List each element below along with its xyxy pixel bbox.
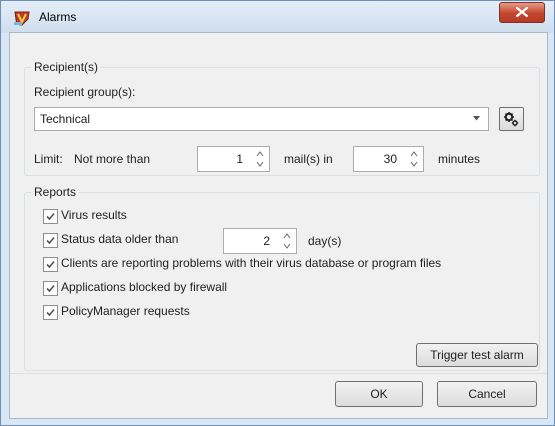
dialog-footer: OK Cancel — [10, 374, 547, 418]
chevron-down-icon — [473, 116, 480, 121]
ok-button[interactable]: OK — [335, 381, 423, 407]
minutes-label: minutes — [438, 152, 481, 166]
checkbox-box[interactable] — [43, 305, 58, 320]
title-bar[interactable]: Alarms — [1, 1, 554, 33]
days-value: 2 — [263, 234, 270, 248]
check-icon — [46, 308, 55, 317]
checkbox-box[interactable] — [43, 257, 58, 272]
gears-icon — [504, 112, 519, 127]
alarms-dialog-window: Alarms Recipient(s) Recipient group(s): … — [0, 0, 555, 426]
policymanager-requests-label: PolicyManager requests — [61, 304, 190, 318]
not-more-than-label: Not more than — [74, 152, 151, 166]
cancel-button[interactable]: Cancel — [437, 381, 537, 407]
status-data-label: Status data older than — [61, 232, 179, 246]
days-spinner[interactable]: 2 — [223, 228, 297, 254]
recipient-group-label: Recipient group(s): — [34, 85, 136, 99]
virus-results-label: Virus results — [61, 208, 127, 222]
close-icon — [516, 7, 528, 17]
recipients-legend: Recipient(s) — [34, 60, 99, 74]
close-button[interactable] — [499, 2, 545, 23]
mail-count-spinner[interactable]: 1 — [197, 146, 270, 172]
firewall-blocked-label: Applications blocked by firewall — [61, 280, 228, 294]
check-icon — [46, 284, 55, 293]
minutes-value: 30 — [383, 152, 397, 166]
recipient-group-dropdown[interactable]: Technical — [34, 107, 489, 131]
minutes-spinner[interactable]: 30 — [353, 146, 424, 172]
dialog-content: Recipient(s) Recipient group(s): Technic… — [9, 32, 548, 419]
recipient-group-value: Technical — [40, 112, 91, 126]
recipient-group-settings-button[interactable] — [499, 107, 524, 131]
check-icon — [46, 260, 55, 269]
window-title: Alarms — [39, 10, 77, 24]
client-problems-label: Clients are reporting problems with thei… — [61, 256, 442, 270]
trigger-test-alarm-button[interactable]: Trigger test alarm — [416, 343, 538, 367]
days-label: day(s) — [308, 234, 342, 248]
checkbox-box[interactable] — [43, 209, 58, 224]
shield-app-icon — [14, 11, 30, 26]
limit-label: Limit: — [34, 152, 63, 166]
checkbox-box[interactable] — [43, 281, 58, 296]
mails-in-label: mail(s) in — [284, 152, 333, 166]
spinner-arrows-icon[interactable] — [283, 232, 291, 250]
spinner-arrows-icon[interactable] — [256, 150, 264, 168]
reports-legend: Reports — [34, 185, 77, 199]
check-icon — [46, 212, 55, 221]
mail-count-value: 1 — [236, 152, 243, 166]
spinner-arrows-icon[interactable] — [410, 150, 418, 168]
check-icon — [46, 236, 55, 245]
checkbox-box[interactable] — [43, 233, 58, 248]
